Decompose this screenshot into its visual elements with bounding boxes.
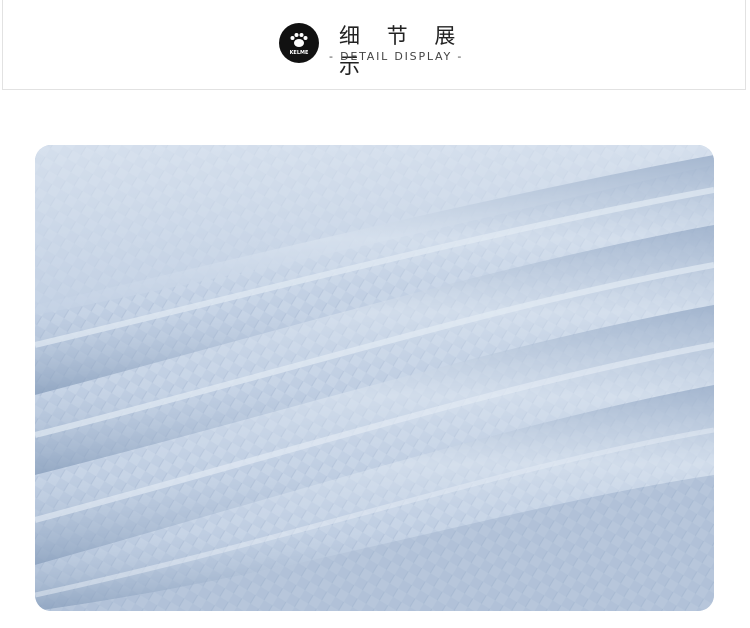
section-subtitle: - DETAIL DISPLAY - (329, 50, 464, 63)
header: KELME 细 节 展 示 - DETAIL DISPLAY - (2, 0, 746, 90)
logo-text: KELME (290, 50, 309, 56)
fabric-detail-image (35, 145, 714, 611)
kelme-logo-icon: KELME (279, 23, 319, 63)
